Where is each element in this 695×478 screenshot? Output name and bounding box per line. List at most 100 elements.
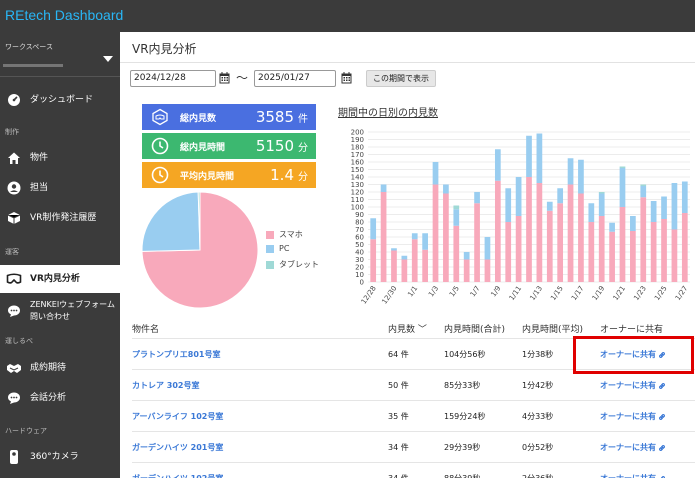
avg-view-time: 4分33秒	[522, 412, 554, 421]
bar-segment	[598, 192, 605, 194]
property-name-link[interactable]: ガーデンハイツ 201号室	[132, 442, 223, 453]
property-name-link[interactable]: カトレア 302号室	[132, 380, 199, 391]
bar-segment	[401, 259, 408, 282]
sidebar: ワークスペース ダッシュボード 制作 物件 担当 VR制作発注履歴 運客 VR内…	[0, 32, 120, 478]
x-tick-label: 1/9	[489, 285, 502, 299]
bar-segment	[526, 135, 532, 177]
bar-segment	[630, 231, 636, 282]
bar-segment	[453, 205, 460, 210]
bar-segment	[380, 184, 387, 192]
x-tick-label: 1/21	[612, 285, 628, 302]
avg-view-time: 0分52秒	[522, 443, 554, 452]
table-row-divider	[132, 462, 695, 463]
share-with-owner-link[interactable]: オーナーに共有	[600, 442, 666, 453]
bar-segment	[432, 184, 439, 282]
bar-segment	[619, 168, 626, 207]
workspace-select[interactable]	[3, 52, 115, 70]
date-from-input[interactable]: 2024/12/28	[130, 70, 216, 87]
y-tick-label: 40	[355, 249, 364, 257]
total-view-time: 104分56秒	[444, 350, 486, 359]
section-label-hardware: ハードウェア	[5, 427, 47, 435]
bar-segment	[567, 158, 574, 185]
page-title: VR内見分析	[132, 42, 197, 56]
app-logo[interactable]: REtech Dashboard	[5, 7, 123, 23]
bar-segment	[474, 192, 480, 204]
property-name-link[interactable]: アーバンライフ 102号室	[132, 411, 223, 422]
calendar-icon[interactable]	[341, 72, 352, 84]
bar-segment	[380, 192, 387, 282]
bar-segment	[640, 197, 647, 282]
sidebar-item-vr-analysis[interactable]: VR内見分析	[0, 265, 120, 293]
clock-icon	[150, 136, 170, 156]
calendar-icon[interactable]	[219, 72, 230, 84]
y-tick-label: 100	[351, 204, 364, 212]
bar-segment	[546, 210, 553, 282]
sidebar-item-360-camera[interactable]: 360°カメラ	[0, 443, 120, 471]
bar-segment	[671, 183, 678, 230]
sidebar-item-conversation-analysis[interactable]: 会話分析	[0, 384, 120, 412]
bar-segment	[411, 233, 418, 240]
bar-segment	[484, 259, 491, 282]
bar-segment	[494, 149, 501, 181]
bar-segment	[443, 184, 449, 194]
bar-segment	[619, 207, 626, 282]
date-to-input[interactable]: 2025/01/27	[254, 70, 336, 87]
sidebar-item-dashboard[interactable]: ダッシュボード	[0, 86, 120, 114]
sidebar-item-webform-inquiry[interactable]: ZENKEIウェブフォーム問い合わせ	[0, 294, 120, 328]
bar-segment	[609, 222, 615, 232]
legend-swatch	[266, 230, 274, 239]
bar-segment	[598, 216, 605, 282]
bar-segment	[505, 188, 512, 222]
stat-total-time: 総内見時間 5150 分	[142, 133, 316, 159]
share-with-owner-link[interactable]: オーナーに共有	[600, 473, 666, 478]
table-row-divider	[132, 431, 695, 432]
sidebar-item-label: 360°カメラ	[30, 452, 79, 462]
link-icon	[659, 413, 665, 420]
sidebar-item-label: VR制作発注履歴	[30, 213, 97, 223]
x-tick-label: 1/11	[508, 285, 524, 302]
share-with-owner-link[interactable]: オーナーに共有	[600, 380, 666, 391]
y-tick-label: 80	[355, 219, 364, 227]
sidebar-item-label: 会話分析	[30, 393, 67, 403]
total-view-time: 29分39秒	[444, 443, 481, 452]
bar-segment	[401, 255, 408, 260]
total-view-time: 159分24秒	[444, 412, 486, 421]
view-count: 34 件	[388, 473, 409, 478]
stat-value: 5150	[255, 137, 294, 155]
bar-segment	[443, 193, 449, 282]
x-tick-label: 1/23	[632, 285, 648, 302]
sidebar-item-staff[interactable]: 担当	[0, 174, 120, 202]
bar-segment	[391, 250, 397, 282]
bar-segment	[370, 239, 377, 282]
workspace-label: ワークスペース	[5, 43, 53, 51]
sidebar-item-properties[interactable]: 物件	[0, 144, 120, 172]
stat-unit: 件	[298, 113, 308, 125]
y-tick-label: 60	[355, 234, 364, 242]
bar-segment	[411, 239, 418, 282]
x-tick-label: 12/30	[380, 285, 398, 306]
col-header-share: オーナーに共有	[600, 325, 664, 335]
col-header-total-time: 内見時間(合計)	[444, 325, 506, 335]
stat-value: 3585	[255, 108, 294, 126]
chart-title: 期間中の日別の内見数	[338, 108, 438, 119]
property-name-link[interactable]: ガーデンハイツ 102号室	[132, 473, 223, 478]
bar-segment	[453, 225, 460, 282]
bar-segment	[536, 183, 543, 282]
section-label-guide: 運しるべ	[5, 337, 33, 345]
clock-icon	[150, 165, 170, 185]
y-tick-label: 130	[351, 181, 364, 189]
property-name-link[interactable]: プラトンプリエ801号室	[132, 349, 220, 360]
share-with-owner-link[interactable]: オーナーに共有	[600, 411, 666, 422]
legend-item-smartphone: スマホ	[266, 229, 303, 240]
bar-segment	[370, 218, 377, 240]
bar-segment	[557, 203, 564, 282]
sidebar-item-label: VR内見分析	[30, 274, 80, 284]
apply-period-button[interactable]: この期間で表示	[366, 70, 436, 87]
y-tick-label: 50	[355, 241, 364, 249]
view-count: 64 件	[388, 350, 409, 359]
camera-icon	[6, 449, 22, 465]
sidebar-item-vr-order-history[interactable]: VR制作発注履歴	[0, 204, 120, 232]
bar-segment	[515, 177, 522, 216]
col-header-count[interactable]: 内見数 ﹀	[388, 322, 427, 335]
sidebar-item-expected-contracts[interactable]: 成約期待	[0, 354, 120, 382]
